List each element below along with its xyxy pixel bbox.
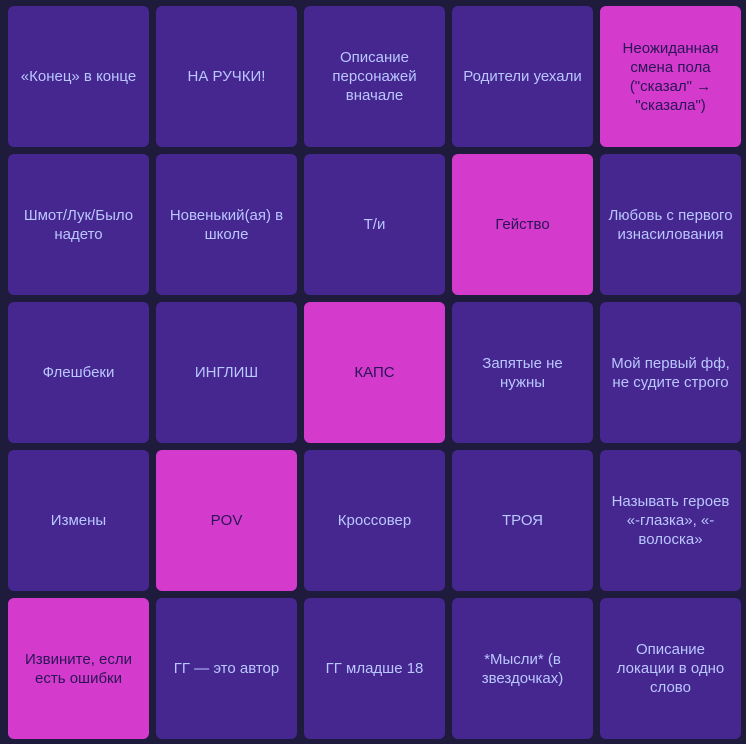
bingo-cell-label: Шмот/Лук/Было надето: [23, 206, 134, 243]
bingo-cell-label: КАПС: [354, 364, 395, 381]
bingo-cell-label: ГГ — это автор: [173, 660, 280, 677]
bingo-cell[interactable]: Описание персонажей вначале: [304, 6, 445, 147]
bingo-cell-label: НА РУЧКИ!: [187, 68, 266, 85]
bingo-cell-label: Любовь с первого изнасилования: [608, 206, 733, 243]
bingo-cell-label: Новенький(ая) в школе: [169, 206, 284, 243]
bingo-cell[interactable]: Любовь с первого изнасилования: [600, 154, 741, 295]
bingo-cell-label: Измены: [50, 512, 107, 529]
bingo-cell-label: Называть героев «-глазка», «-волоска»: [611, 493, 730, 548]
bingo-cell[interactable]: КАПС: [304, 302, 445, 443]
bingo-cell-label: ТРОЯ: [501, 512, 543, 529]
bingo-cell[interactable]: Новенький(ая) в школе: [156, 154, 297, 295]
bingo-cell[interactable]: Мой первый фф, не судите строго: [600, 302, 741, 443]
bingo-cell-label: Т/и: [363, 216, 386, 233]
bingo-cell[interactable]: Т/и: [304, 154, 445, 295]
bingo-cell-label: Описание персонажей вначале: [332, 49, 417, 104]
bingo-cell[interactable]: Флешбеки: [8, 302, 149, 443]
bingo-cell-label: Флешбеки: [42, 364, 115, 381]
bingo-cell-label: «Конец» в конце: [20, 68, 137, 85]
bingo-cell-label: ГГ младше 18: [325, 660, 424, 677]
bingo-cell[interactable]: «Конец» в конце: [8, 6, 149, 147]
bingo-cell[interactable]: НА РУЧКИ!: [156, 6, 297, 147]
bingo-cell[interactable]: Неожиданная смена пола ("сказал" → "сказ…: [600, 6, 741, 147]
bingo-cell-label: Запятые не нужны: [482, 354, 563, 391]
bingo-cell[interactable]: Кроссовер: [304, 450, 445, 591]
bingo-cell-label: ИНГЛИШ: [194, 364, 259, 381]
bingo-cell[interactable]: ИНГЛИШ: [156, 302, 297, 443]
bingo-cell-label: Описание локации в одно слово: [616, 641, 725, 696]
bingo-cell[interactable]: *Мысли* (в звездочках): [452, 598, 593, 739]
bingo-cell[interactable]: ГГ — это автор: [156, 598, 297, 739]
bingo-cell[interactable]: Описание локации в одно слово: [600, 598, 741, 739]
bingo-cell-label: POV: [210, 512, 243, 529]
bingo-cell[interactable]: Родители уехали: [452, 6, 593, 147]
bingo-cell[interactable]: Извините, если есть ошибки: [8, 598, 149, 739]
bingo-cell-label: Кроссовер: [337, 512, 412, 529]
bingo-board: «Конец» в конце НА РУЧКИ! Описание персо…: [8, 6, 741, 739]
bingo-cell-label: Неожиданная смена пола ("сказал" → "сказ…: [622, 39, 719, 114]
bingo-cell[interactable]: ТРОЯ: [452, 450, 593, 591]
bingo-cell[interactable]: POV: [156, 450, 297, 591]
bingo-cell[interactable]: Называть героев «-глазка», «-волоска»: [600, 450, 741, 591]
bingo-cell[interactable]: Шмот/Лук/Было надето: [8, 154, 149, 295]
bingo-cell-label: Извините, если есть ошибки: [24, 650, 133, 687]
bingo-cell[interactable]: Измены: [8, 450, 149, 591]
bingo-cell[interactable]: ГГ младше 18: [304, 598, 445, 739]
bingo-cell-label: *Мысли* (в звездочках): [481, 650, 564, 687]
bingo-cell[interactable]: Запятые не нужны: [452, 302, 593, 443]
bingo-cell-label: Гейство: [495, 216, 550, 233]
bingo-cell-label: Родители уехали: [463, 68, 582, 85]
bingo-cell-label: Мой первый фф, не судите строго: [611, 354, 730, 391]
bingo-cell[interactable]: Гейство: [452, 154, 593, 295]
